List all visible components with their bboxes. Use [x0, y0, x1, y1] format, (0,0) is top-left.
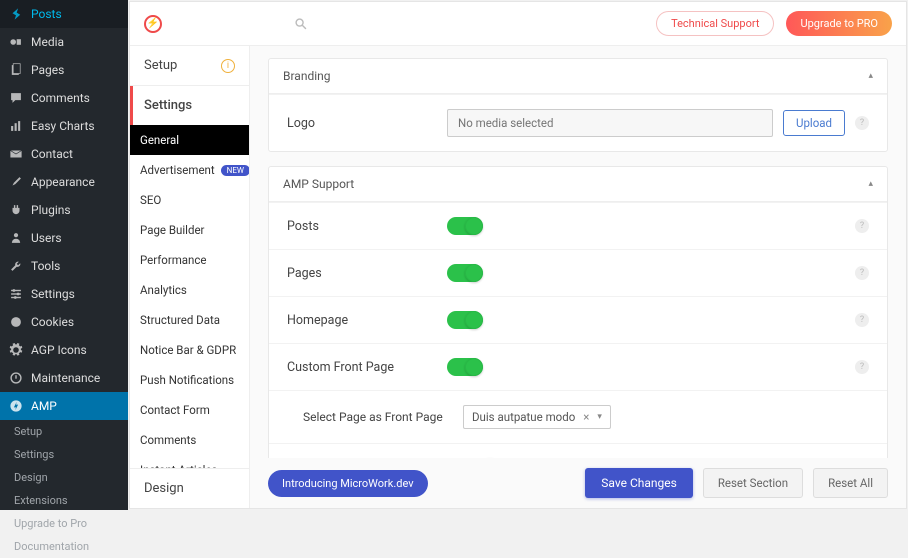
- wp-submenu-setup[interactable]: Setup: [0, 420, 128, 443]
- subtab-performance[interactable]: Performance: [130, 245, 249, 275]
- branding-title: Branding: [283, 69, 331, 83]
- help-icon[interactable]: ?: [855, 219, 869, 233]
- logo-media-input[interactable]: [447, 109, 773, 137]
- wp-submenu-upgrade[interactable]: Upgrade to Pro: [0, 512, 128, 535]
- sliders-icon: [8, 286, 24, 302]
- wp-menu-comments[interactable]: Comments: [0, 84, 128, 112]
- gear-icon: [8, 342, 24, 358]
- reset-all-button[interactable]: Reset All: [813, 468, 888, 498]
- branding-panel: Branding ▴ Logo Upload ?: [268, 58, 888, 152]
- wp-menu-agp-icons[interactable]: AGP Icons: [0, 336, 128, 364]
- subtab-seo[interactable]: SEO: [130, 185, 249, 215]
- wp-submenu-settings[interactable]: Settings: [0, 443, 128, 466]
- custom-front-toggle[interactable]: [447, 358, 481, 376]
- media-icon: [8, 34, 24, 50]
- help-icon[interactable]: ?: [855, 116, 869, 130]
- wp-submenu-extensions[interactable]: Extensions: [0, 489, 128, 512]
- new-badge: NEW: [221, 165, 250, 176]
- wp-menu-tools[interactable]: Tools: [0, 252, 128, 280]
- amp-logo-icon: ⚡: [144, 15, 162, 33]
- subtab-page-builder[interactable]: Page Builder: [130, 215, 249, 245]
- page-icon: [8, 62, 24, 78]
- brush-icon: [8, 174, 24, 190]
- footer-actions: Introducing MicroWork.dev Save Changes R…: [250, 458, 906, 508]
- chevron-down-icon: ▾: [597, 412, 602, 422]
- upload-button[interactable]: Upload: [783, 110, 845, 136]
- subtab-push-notifications[interactable]: Push Notifications: [130, 365, 249, 395]
- wp-menu-easy-charts[interactable]: Easy Charts: [0, 112, 128, 140]
- upgrade-pro-button[interactable]: Upgrade to PRO: [786, 11, 892, 36]
- custom-front-label: Custom Front Page: [287, 360, 447, 375]
- save-changes-button[interactable]: Save Changes: [585, 468, 693, 498]
- amp-support-panel: AMP Support ▴ Posts? Pages? Homepage? Cus…: [268, 166, 888, 458]
- main-tabs: Setupi Settings: [130, 46, 250, 125]
- maintenance-icon: [8, 370, 24, 386]
- plug-icon: [8, 202, 24, 218]
- mail-icon: [8, 146, 24, 162]
- clear-icon[interactable]: ×: [583, 410, 589, 424]
- wp-menu-plugins[interactable]: Plugins: [0, 196, 128, 224]
- main-panel: ⚡ Technical Support Upgrade to PRO Setup…: [129, 1, 907, 509]
- wp-menu-settings[interactable]: Settings: [0, 280, 128, 308]
- pages-toggle[interactable]: [447, 264, 481, 282]
- posts-toggle[interactable]: [447, 217, 481, 235]
- intro-button[interactable]: Introducing MicroWork.dev: [268, 470, 428, 497]
- homepage-label: Homepage: [287, 313, 447, 328]
- wp-menu-cookies[interactable]: Cookies: [0, 308, 128, 336]
- technical-support-button[interactable]: Technical Support: [656, 11, 774, 36]
- search-icon[interactable]: [294, 17, 308, 31]
- settings-subtabs: General AdvertisementNEW SEO Page Builde…: [130, 125, 250, 468]
- subtab-instant-articles[interactable]: Instant Articles: [130, 455, 249, 468]
- cookie-icon: [8, 314, 24, 330]
- reset-section-button[interactable]: Reset Section: [703, 468, 803, 498]
- wp-menu-contact[interactable]: Contact: [0, 140, 128, 168]
- help-icon[interactable]: ?: [855, 313, 869, 327]
- wp-admin-sidebar: Posts Media Pages Comments Easy Charts C…: [0, 0, 128, 510]
- subtab-structured-data[interactable]: Structured Data: [130, 305, 249, 335]
- subtab-advertisement[interactable]: AdvertisementNEW: [130, 155, 249, 185]
- help-icon[interactable]: ?: [855, 360, 869, 374]
- logo-label: Logo: [287, 116, 447, 131]
- tab-design[interactable]: Design: [130, 469, 249, 508]
- pages-label: Pages: [287, 266, 447, 281]
- subtab-comments[interactable]: Comments: [130, 425, 249, 455]
- wp-menu-appearance[interactable]: Appearance: [0, 168, 128, 196]
- chart-icon: [8, 118, 24, 134]
- subtab-contact-form[interactable]: Contact Form: [130, 395, 249, 425]
- info-icon: i: [221, 59, 235, 73]
- wp-submenu-documentation[interactable]: Documentation: [0, 535, 128, 558]
- user-icon: [8, 230, 24, 246]
- pin-icon: [8, 6, 24, 22]
- tab-setup[interactable]: Setupi: [130, 46, 249, 86]
- settings-content: Branding ▴ Logo Upload ? AMP Support ▴ Pos…: [250, 46, 906, 458]
- subtab-general[interactable]: General: [130, 125, 249, 155]
- select-page-label: Select Page as Front Page: [287, 410, 463, 424]
- wp-menu-media[interactable]: Media: [0, 28, 128, 56]
- subtab-notice-bar[interactable]: Notice Bar & GDPR: [130, 335, 249, 365]
- amp-icon: [8, 398, 24, 414]
- topbar: ⚡ Technical Support Upgrade to PRO: [130, 2, 906, 46]
- front-page-select[interactable]: Duis autpatue modo×▾: [463, 405, 611, 429]
- wp-menu-users[interactable]: Users: [0, 224, 128, 252]
- posts-label: Posts: [287, 219, 447, 234]
- wp-menu-posts[interactable]: Posts: [0, 0, 128, 28]
- wp-menu-pages[interactable]: Pages: [0, 56, 128, 84]
- wp-menu-amp[interactable]: AMP: [0, 392, 128, 420]
- collapse-icon[interactable]: ▴: [868, 179, 873, 189]
- help-icon[interactable]: ?: [855, 266, 869, 280]
- wp-menu-maintenance[interactable]: Maintenance: [0, 364, 128, 392]
- wp-submenu-design[interactable]: Design: [0, 466, 128, 489]
- collapse-icon[interactable]: ▴: [868, 71, 873, 81]
- subtab-analytics[interactable]: Analytics: [130, 275, 249, 305]
- comment-icon: [8, 90, 24, 106]
- tab-settings[interactable]: Settings: [130, 86, 249, 125]
- wrench-icon: [8, 258, 24, 274]
- homepage-toggle[interactable]: [447, 311, 481, 329]
- amp-support-title: AMP Support: [283, 177, 354, 191]
